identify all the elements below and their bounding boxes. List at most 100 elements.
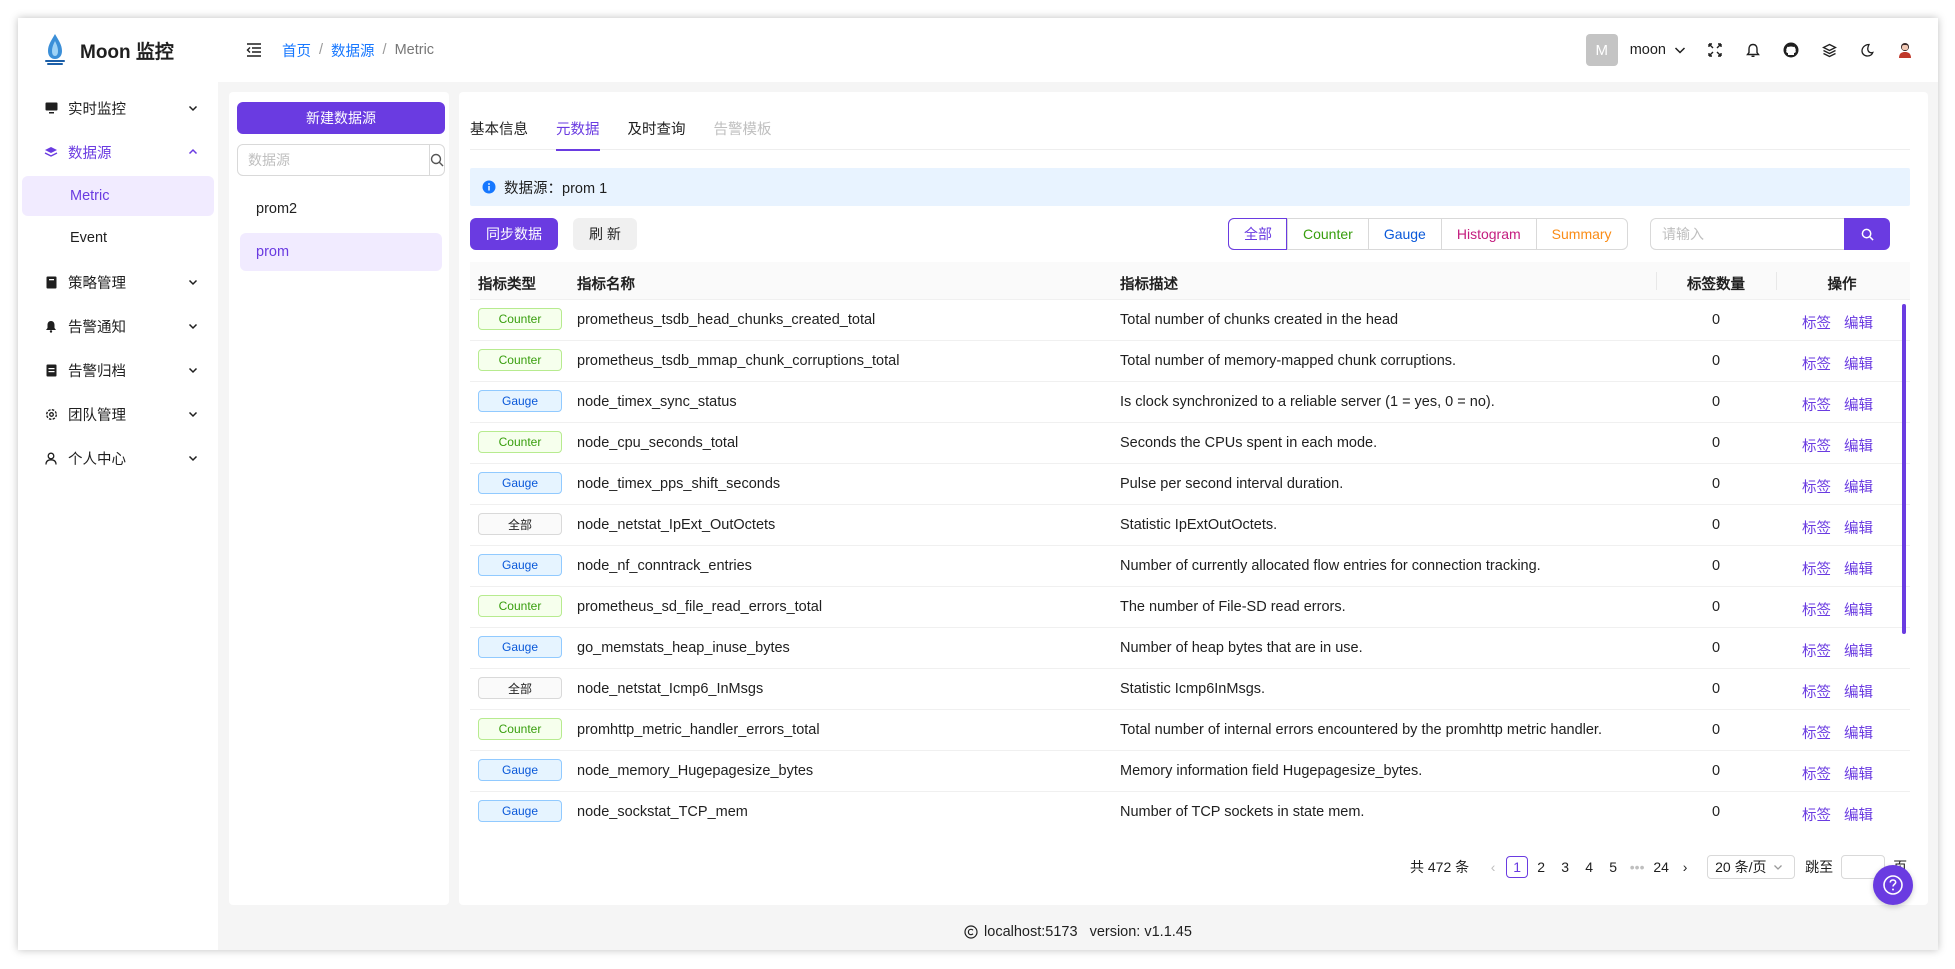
page-ellipsis[interactable]: •••	[1626, 856, 1648, 878]
tab-alert-template[interactable]: 告警模板	[714, 92, 772, 150]
edit-link[interactable]: 编辑	[1844, 640, 1873, 661]
labels-link[interactable]: 标签	[1802, 558, 1831, 579]
filter-gauge[interactable]: Gauge	[1367, 219, 1441, 249]
page-size-select[interactable]: 20 条/页	[1707, 855, 1796, 879]
breadcrumb-separator: /	[382, 42, 387, 58]
sidebar-item-alert-archive[interactable]: 告警归档	[18, 348, 218, 392]
metric-description: Total number of chunks created in the he…	[1120, 312, 1399, 328]
new-datasource-button[interactable]: 新建数据源	[237, 102, 445, 134]
edit-link[interactable]: 编辑	[1844, 517, 1873, 538]
edit-link[interactable]: 编辑	[1844, 558, 1873, 579]
moon-icon[interactable]	[1858, 41, 1876, 59]
bell-icon[interactable]	[1744, 41, 1762, 59]
metric-description: Memory information field Hugepagesize_by…	[1120, 763, 1423, 779]
labels-link[interactable]: 标签	[1802, 517, 1831, 538]
table-row: Gauge node_nf_conntrack_entries Number of …	[470, 546, 1910, 587]
chevron-up-icon	[188, 148, 198, 155]
header-actions: M moon	[1585, 34, 1914, 66]
page-1[interactable]: 1	[1506, 856, 1529, 878]
gear-icon	[44, 407, 58, 421]
metric-name: node_timex_sync_status	[577, 394, 737, 410]
edit-link[interactable]: 编辑	[1844, 804, 1873, 822]
edit-link[interactable]: 编辑	[1844, 681, 1873, 702]
next-page-icon[interactable]: ›	[1674, 856, 1696, 878]
edit-link[interactable]: 编辑	[1844, 312, 1873, 333]
user-icon	[44, 451, 58, 465]
sidebar-item-alert-notify[interactable]: 告警通知	[18, 304, 218, 348]
column-header-desc: 指标描述	[1120, 277, 1178, 293]
edit-link[interactable]: 编辑	[1844, 763, 1873, 784]
github-icon[interactable]	[1782, 41, 1800, 59]
layers-icon[interactable]	[1820, 41, 1838, 59]
datasource-item-prom[interactable]: prom	[240, 233, 442, 271]
labels-link[interactable]: 标签	[1802, 476, 1831, 497]
metric-name: go_memstats_heap_inuse_bytes	[577, 640, 790, 656]
datasource-search	[237, 144, 445, 176]
labels-link[interactable]: 标签	[1802, 394, 1831, 415]
metric-description: Seconds the CPUs spent in each mode.	[1120, 435, 1378, 451]
breadcrumb-home[interactable]: 首页	[282, 40, 311, 61]
labels-link[interactable]: 标签	[1802, 353, 1831, 374]
sidebar-item-profile[interactable]: 个人中心	[18, 436, 218, 480]
metric-description: Pulse per second interval duration.	[1120, 476, 1344, 492]
sidebar-subitem-metric[interactable]: Metric	[22, 176, 214, 216]
labels-link[interactable]: 标签	[1802, 640, 1831, 661]
search-icon[interactable]	[430, 145, 444, 175]
sidebar-item-datasource[interactable]: 数据源	[18, 130, 218, 174]
edit-link[interactable]: 编辑	[1844, 599, 1873, 620]
page-24[interactable]: 24	[1650, 856, 1672, 878]
edit-link[interactable]: 编辑	[1844, 394, 1873, 415]
metric-name: node_netstat_Icmp6_InMsgs	[577, 681, 764, 697]
help-button[interactable]	[1873, 865, 1913, 905]
labels-link[interactable]: 标签	[1802, 722, 1831, 743]
table-scrollbar[interactable]	[1902, 304, 1906, 634]
user-menu[interactable]: moon	[1630, 42, 1686, 58]
sidebar-subitem-event[interactable]: Event	[22, 218, 214, 258]
sidebar-item-strategy[interactable]: 策略管理	[18, 260, 218, 304]
datasource-item-prom2[interactable]: prom2	[240, 190, 442, 228]
sidebar-item-team[interactable]: 团队管理	[18, 392, 218, 436]
prev-page-icon[interactable]: ‹	[1482, 856, 1504, 878]
labels-link[interactable]: 标签	[1802, 599, 1831, 620]
filter-summary[interactable]: Summary	[1535, 219, 1627, 249]
metric-name: prometheus_sd_file_read_errors_total	[577, 599, 823, 615]
edit-link[interactable]: 编辑	[1844, 476, 1873, 497]
filter-histogram[interactable]: Histogram	[1440, 219, 1536, 249]
labels-link[interactable]: 标签	[1802, 435, 1831, 456]
info-icon	[482, 180, 496, 194]
tab-basic-info[interactable]: 基本信息	[470, 92, 528, 150]
tab-instant-query[interactable]: 及时查询	[628, 92, 686, 150]
search-icon[interactable]	[1844, 218, 1890, 250]
page-5[interactable]: 5	[1602, 856, 1624, 878]
alert-text: 数据源：prom 1	[504, 180, 608, 197]
page-4[interactable]: 4	[1578, 856, 1600, 878]
refresh-button[interactable]: 刷 新	[573, 218, 637, 250]
page-2[interactable]: 2	[1530, 856, 1552, 878]
filter-all[interactable]: 全部	[1228, 218, 1287, 250]
labels-link[interactable]: 标签	[1802, 804, 1831, 822]
labels-link[interactable]: 标签	[1802, 681, 1831, 702]
edit-link[interactable]: 编辑	[1844, 353, 1873, 374]
sidebar-item-realtime-monitor[interactable]: 实时监控	[18, 86, 218, 130]
toolbar: 同步数据 刷 新 全部 Counter Gauge Histogram Summ…	[470, 218, 1910, 250]
breadcrumb-datasource[interactable]: 数据源	[331, 40, 375, 61]
edit-link[interactable]: 编辑	[1844, 435, 1873, 456]
filter-counter[interactable]: Counter	[1287, 219, 1368, 249]
fullscreen-icon[interactable]	[1706, 41, 1724, 59]
label-count: 0	[1711, 435, 1721, 451]
metric-search	[1650, 218, 1890, 250]
tab-metadata[interactable]: 元数据	[556, 92, 600, 151]
page-3[interactable]: 3	[1554, 856, 1576, 878]
profile-avatar-icon[interactable]	[1896, 41, 1914, 59]
datasource-search-input[interactable]	[238, 145, 430, 175]
sync-data-button[interactable]: 同步数据	[470, 218, 558, 250]
pagination-total: 共 472 条	[1410, 859, 1470, 875]
edit-link[interactable]: 编辑	[1844, 722, 1873, 743]
table-row: 全部 node_netstat_IpExt_OutOctets Statistic …	[470, 505, 1910, 546]
metric-search-input[interactable]	[1650, 218, 1844, 250]
labels-link[interactable]: 标签	[1802, 312, 1831, 333]
avatar[interactable]: M	[1585, 34, 1618, 66]
labels-link[interactable]: 标签	[1802, 763, 1831, 784]
menu-fold-icon[interactable]	[246, 42, 262, 58]
breadcrumb-separator: /	[319, 42, 324, 58]
